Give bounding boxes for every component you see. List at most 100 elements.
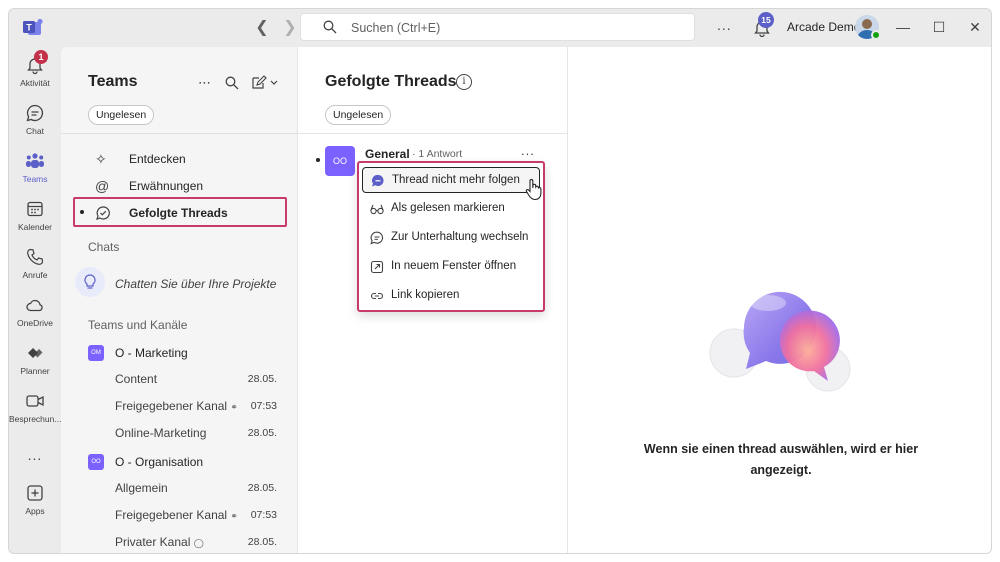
rail-item-chat[interactable]: Chat (9, 103, 61, 149)
rail-item-meetings[interactable]: Besprechun... (9, 391, 61, 437)
channel-item[interactable]: Freigegebener Kanal ⚭ 07:53 (115, 505, 285, 525)
divider (61, 133, 297, 134)
rail-item-apps[interactable]: Apps (9, 483, 61, 529)
chats-section-header[interactable]: Chats (88, 240, 119, 254)
cloud-icon (26, 299, 43, 312)
channel-time: 28.05. (247, 536, 277, 548)
unread-filter-chip[interactable]: Ungelesen (88, 105, 155, 125)
notifications-button[interactable]: 15 (753, 12, 774, 38)
team-avatar: OO (88, 454, 104, 470)
channel-time: 07:53 (250, 509, 277, 521)
channel-name: Online-Marketing (115, 426, 207, 440)
teams-window: T ❮ ❯ Suchen (Ctrl+E) ... 15 Arcade Demo (8, 8, 992, 554)
info-icon[interactable]: i (456, 74, 472, 90)
chat-bubble-icon (370, 231, 384, 245)
rail-item-planner[interactable]: Planner (9, 343, 61, 389)
rail-item-activity[interactable]: 1 Aktivität (9, 50, 61, 101)
channel-name: Content (115, 372, 158, 386)
phone-icon (27, 248, 44, 265)
channel-name: Freigegebener Kanal ⚭ (115, 399, 238, 413)
notification-count-badge: 15 (758, 12, 774, 28)
hand-cursor-icon (525, 179, 542, 201)
rail-more-apps-button[interactable]: ... (9, 447, 61, 467)
teams-logo-icon[interactable]: T (23, 18, 45, 38)
planner-icon (28, 348, 43, 358)
rail-item-teams[interactable]: Teams (9, 151, 61, 197)
at-icon: @ (95, 178, 110, 194)
team-avatar[interactable]: OO (325, 146, 355, 176)
discover-icon: ✧ (95, 151, 107, 167)
channel-time: 28.05. (247, 427, 277, 439)
channel-item[interactable]: Freigegebener Kanal ⚭ 07:53 (115, 396, 285, 416)
channel-name: Allgemein (115, 481, 168, 495)
divider (298, 133, 568, 134)
link-icon (370, 292, 384, 300)
rail-label: Besprechun... (9, 414, 61, 424)
lightbulb-icon (75, 267, 105, 297)
promo-text: Chatten Sie über Ihre Projekte (115, 277, 277, 291)
compose-icon[interactable] (251, 75, 279, 90)
channel-item[interactable]: Online-Marketing 28.05. (115, 423, 285, 443)
rail-label: Anrufe (22, 270, 48, 280)
chat-bubbles-illustration-icon (709, 291, 851, 392)
back-arrow-icon[interactable]: ❮ (251, 17, 273, 39)
menu-item-open-new-window[interactable]: In neuem Fenster öffnen (362, 254, 540, 280)
thread-more-options-button[interactable]: ... (521, 143, 535, 158)
followed-threads-icon (96, 206, 110, 220)
nav-label: Entdecken (129, 152, 186, 166)
app-rail: 1 Aktivität Chat Teams Kalender Anrufe O… (9, 47, 61, 553)
video-icon (26, 395, 44, 407)
rail-item-onedrive[interactable]: OneDrive (9, 295, 61, 341)
search-icon[interactable] (225, 76, 239, 90)
unread-filter-chip[interactable]: Ungelesen (325, 105, 392, 125)
thread-channel-name[interactable]: General (365, 147, 410, 161)
menu-item-copy-link[interactable]: Link kopieren (362, 283, 540, 309)
minimize-icon[interactable]: — (893, 17, 913, 37)
channel-time: 28.05. (247, 373, 277, 385)
presence-available-icon (871, 30, 881, 40)
nav-label: Gefolgte Threads (129, 206, 228, 220)
search-input[interactable]: Suchen (Ctrl+E) (300, 13, 695, 41)
empty-state-message: Wenn sie einen thread auswählen, wird er… (643, 442, 919, 477)
menu-item-unfollow[interactable]: Thread nicht mehr folgen (362, 167, 540, 193)
menu-item-label: Zur Unterhaltung wechseln (391, 231, 529, 243)
teams-pane: Teams ⋯ Ungelesen ✧ Entdecken @ Erwähnun… (61, 47, 297, 553)
channel-time: 07:53 (250, 400, 277, 412)
maximize-icon[interactable]: ☐ (929, 17, 949, 37)
rail-label: Teams (22, 174, 48, 184)
pane-title: Gefolgte Threads (325, 73, 457, 90)
search-icon (323, 20, 337, 34)
forward-arrow-icon[interactable]: ❯ (279, 17, 301, 39)
rail-item-calls[interactable]: Anrufe (9, 247, 61, 293)
channel-item[interactable]: Content 28.05. (115, 369, 285, 389)
menu-item-label: Thread nicht mehr folgen (392, 174, 520, 186)
chat-promo[interactable]: Chatten Sie über Ihre Projekte (75, 265, 290, 303)
rail-label: Aktivität (20, 78, 50, 88)
rail-label: OneDrive (17, 318, 53, 328)
rail-item-calendar[interactable]: Kalender (9, 199, 61, 245)
title-bar: T ❮ ❯ Suchen (Ctrl+E) ... 15 Arcade Demo (9, 9, 991, 47)
channel-item[interactable]: Allgemein 28.05. (115, 478, 285, 498)
channel-item[interactable]: Privater Kanal ◯ 28.05. (115, 532, 285, 552)
search-placeholder: Suchen (Ctrl+E) (351, 21, 441, 35)
teams-section-header[interactable]: Teams und Kanäle (88, 318, 187, 332)
more-options-button[interactable]: ... (717, 17, 732, 33)
rail-label: Chat (26, 126, 44, 136)
rail-label: Planner (20, 366, 50, 376)
menu-item-label: Link kopieren (391, 289, 460, 301)
team-name: O - Organisation (115, 455, 204, 469)
unread-dot (80, 210, 84, 214)
glasses-icon (370, 204, 384, 215)
more-options-icon[interactable]: ⋯ (198, 75, 212, 91)
user-name[interactable]: Arcade Demo (787, 20, 860, 34)
close-icon[interactable]: ✕ (965, 17, 985, 37)
teams-icon (26, 153, 44, 168)
menu-item-go-to-conversation[interactable]: Zur Unterhaltung wechseln (362, 225, 540, 251)
menu-item-label: Als gelesen markieren (391, 202, 505, 214)
menu-item-mark-read[interactable]: Als gelesen markieren (362, 196, 540, 222)
channel-name: Freigegebener Kanal ⚭ (115, 508, 238, 522)
thread-detail-pane: Wenn sie einen thread auswählen, wird er… (567, 47, 991, 553)
shared-channel-icon: ⚭ (230, 402, 238, 412)
team-avatar: OM (88, 345, 104, 361)
more-icon: ... (27, 447, 43, 463)
